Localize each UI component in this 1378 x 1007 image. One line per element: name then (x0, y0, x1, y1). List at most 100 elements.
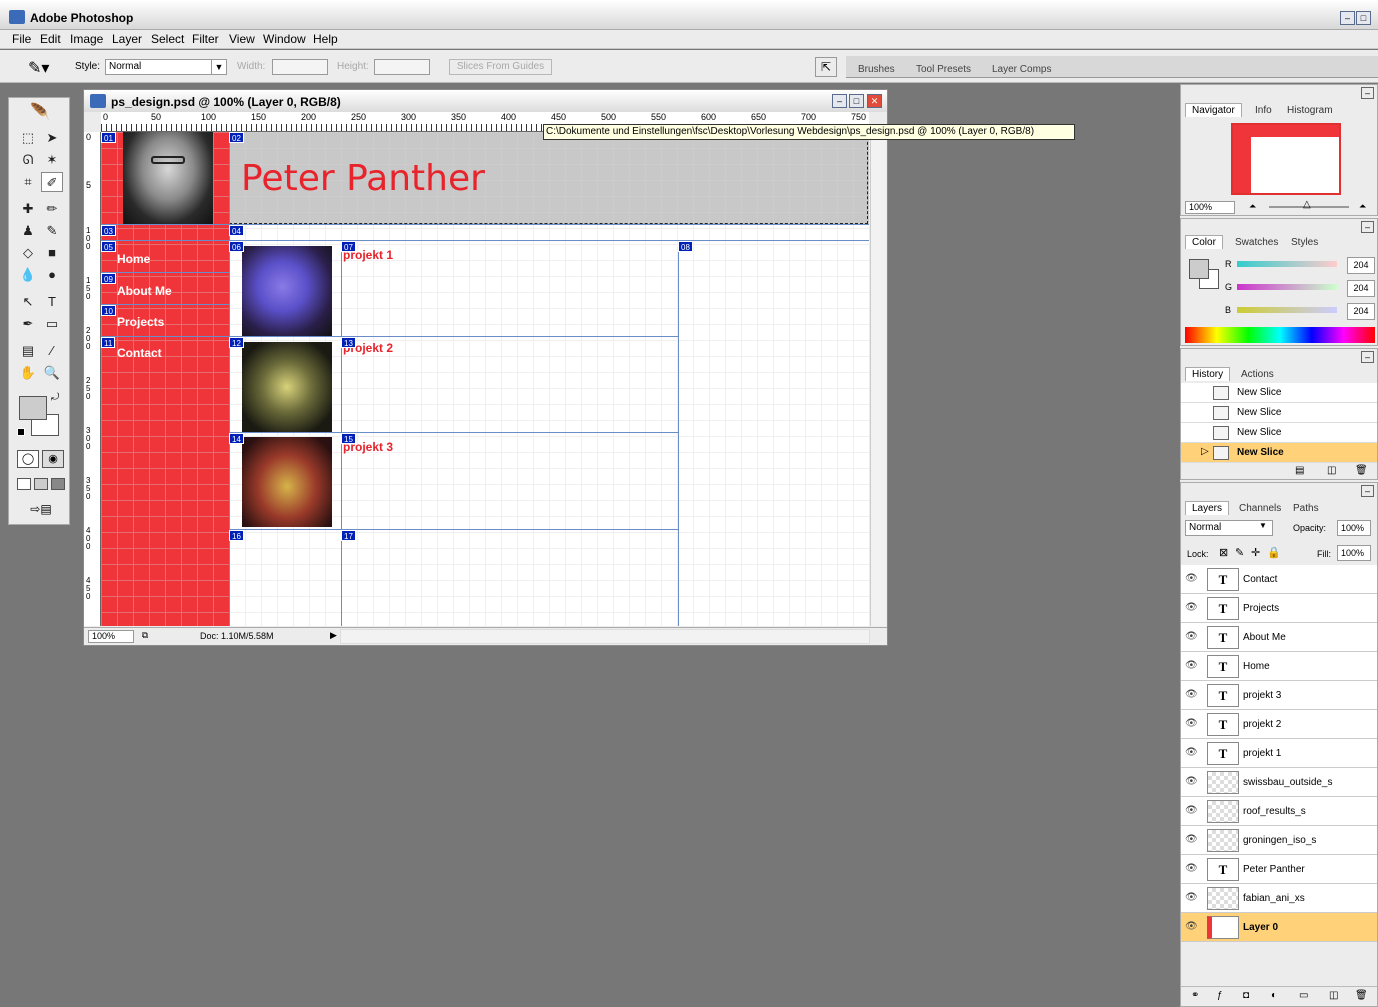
status-menu-arrow-icon[interactable]: ▶ (330, 630, 337, 641)
navigator-zoom-field[interactable]: 100% (1185, 201, 1235, 214)
slice-badge[interactable]: 03 (101, 225, 116, 236)
tab-layers[interactable]: Layers (1185, 501, 1230, 515)
opacity-field[interactable]: 100% (1337, 520, 1371, 536)
history-item[interactable]: New Slice (1181, 403, 1377, 423)
layer-row[interactable]: 👁 swissbau_outside_s (1181, 768, 1377, 797)
layer-row[interactable]: 👁 T Home (1181, 652, 1377, 681)
adjustment-layer-icon[interactable]: ◐ (1271, 990, 1277, 1001)
eye-icon[interactable]: 👁 (1185, 834, 1201, 846)
slice-badge[interactable]: 16 (229, 530, 244, 541)
slice-badge[interactable]: 17 (341, 530, 356, 541)
slice-badge[interactable]: 01 (101, 132, 116, 143)
menu-select[interactable]: Select (151, 32, 184, 46)
height-field[interactable] (374, 59, 430, 75)
channel-g-value[interactable]: 204 (1347, 280, 1375, 297)
gradient-tool-icon[interactable]: ■ (41, 243, 63, 263)
channel-r-slider[interactable] (1237, 261, 1337, 267)
eye-icon[interactable]: 👁 (1185, 660, 1201, 672)
layer-row[interactable]: 👁 T Projects (1181, 594, 1377, 623)
tab-channels[interactable]: Channels (1239, 503, 1281, 514)
dodge-tool-icon[interactable]: ● (41, 265, 63, 285)
color-fg-swatch[interactable] (1189, 259, 1209, 279)
fill-field[interactable]: 100% (1337, 545, 1371, 561)
link-layers-icon[interactable]: ⚭ (1191, 990, 1199, 1001)
layer-row[interactable]: 👁 T Contact (1181, 565, 1377, 594)
slice-badge[interactable]: 11 (101, 337, 116, 348)
history-brush-tool-icon[interactable]: ✎ (41, 221, 63, 241)
menu-view[interactable]: View (229, 32, 255, 46)
slice-badge[interactable]: 04 (229, 225, 244, 236)
slice-badge[interactable]: 12 (229, 337, 244, 348)
new-document-from-state-icon[interactable]: ▤ (1295, 465, 1304, 476)
slice-badge[interactable]: 09 (101, 273, 116, 284)
slice-tool-preset-icon[interactable]: ✎▾ (28, 58, 49, 78)
hand-tool-icon[interactable]: ✋ (17, 363, 39, 383)
menu-help[interactable]: Help (313, 32, 338, 46)
screen-mode-standard-icon[interactable] (17, 478, 31, 490)
swap-colors-icon[interactable]: ⤾ (51, 392, 59, 403)
eye-icon[interactable]: 👁 (1185, 573, 1201, 585)
slice-badge[interactable]: 05 (101, 241, 116, 252)
vertical-ruler[interactable]: 0 5 1 0 0 1 5 0 2 0 0 2 5 0 3 0 0 3 5 0 … (84, 132, 101, 626)
slice-tool-icon[interactable]: ✐ (41, 172, 63, 192)
channel-b-value[interactable]: 204 (1347, 303, 1375, 320)
new-group-icon[interactable]: ▭ (1299, 990, 1308, 1001)
eye-icon[interactable]: 👁 (1185, 747, 1201, 759)
slice-badge[interactable]: 02 (229, 132, 244, 143)
move-tool-icon[interactable]: ➤ (41, 128, 63, 148)
channel-b-slider[interactable] (1237, 307, 1337, 313)
slice-badge[interactable]: 10 (101, 305, 116, 316)
tab-histogram[interactable]: Histogram (1287, 105, 1333, 116)
layer-row[interactable]: 👁 groningen_iso_s (1181, 826, 1377, 855)
history-item[interactable]: New Slice (1181, 383, 1377, 403)
menu-file[interactable]: File (12, 32, 31, 46)
standard-mode-icon[interactable]: ◯ (17, 450, 39, 468)
document-canvas[interactable]: Peter Panther Home About Me Projects Con… (101, 132, 869, 626)
eye-icon[interactable]: 👁 (1185, 602, 1201, 614)
notes-tool-icon[interactable]: ▤ (17, 341, 39, 361)
lock-position-icon[interactable]: ✛ (1251, 546, 1260, 559)
tab-paths[interactable]: Paths (1293, 503, 1319, 514)
zoom-preview-icon[interactable]: ⧉ (138, 630, 152, 643)
eye-icon[interactable]: 👁 (1185, 892, 1201, 904)
slice-badge[interactable]: 14 (229, 433, 244, 444)
doc-maximize-button[interactable]: □ (849, 94, 864, 108)
chevron-down-icon[interactable]: ▼ (1259, 521, 1267, 530)
tab-brushes[interactable]: Brushes (858, 64, 895, 75)
horizontal-scrollbar[interactable] (340, 629, 870, 644)
eyedropper-tool-icon[interactable]: ⁄ (41, 341, 63, 361)
trash-icon[interactable]: 🗑 (1355, 990, 1368, 1001)
doc-minimize-button[interactable]: – (832, 94, 847, 108)
trash-icon[interactable]: 🗑 (1355, 465, 1368, 476)
jump-to-imageready-icon[interactable]: ⇨▤ (19, 502, 63, 520)
collapse-icon[interactable]: – (1361, 351, 1374, 363)
minimize-button[interactable]: – (1340, 11, 1355, 25)
eye-icon[interactable]: 👁 (1185, 863, 1201, 875)
zoom-slider-thumb-icon[interactable]: △ (1303, 199, 1311, 210)
layer-row[interactable]: 👁 T projekt 1 (1181, 739, 1377, 768)
screen-mode-full-icon[interactable] (51, 478, 65, 490)
eye-icon[interactable]: 👁 (1185, 631, 1201, 643)
layer-style-icon[interactable]: ƒ (1217, 990, 1223, 1001)
quick-mask-mode-icon[interactable]: ◉ (42, 450, 64, 468)
layer-mask-icon[interactable]: ◘ (1243, 990, 1249, 1001)
slice-badge[interactable]: 08 (678, 241, 693, 252)
eye-icon[interactable]: 👁 (1185, 689, 1201, 701)
crop-tool-icon[interactable]: ⌗ (17, 172, 39, 192)
tab-actions[interactable]: Actions (1241, 369, 1274, 380)
channel-g-slider[interactable] (1237, 284, 1337, 290)
eraser-tool-icon[interactable]: ◇ (17, 243, 39, 263)
layer-row[interactable]: 👁 T projekt 2 (1181, 710, 1377, 739)
eye-icon[interactable]: 👁 (1185, 921, 1201, 933)
color-ramp[interactable] (1185, 327, 1375, 343)
tab-tool-presets[interactable]: Tool Presets (916, 64, 971, 75)
menu-layer[interactable]: Layer (112, 32, 142, 46)
layer-row[interactable]: 👁 T projekt 3 (1181, 681, 1377, 710)
marquee-tool-icon[interactable]: ⬚ (17, 128, 39, 148)
blur-tool-icon[interactable]: 💧 (17, 265, 39, 285)
pen-tool-icon[interactable]: ✒ (17, 314, 39, 334)
lasso-tool-icon[interactable]: ᘏ (17, 150, 39, 170)
tab-styles[interactable]: Styles (1291, 237, 1318, 248)
foreground-color-swatch[interactable] (19, 396, 47, 420)
new-snapshot-icon[interactable]: ◫ (1327, 465, 1336, 476)
